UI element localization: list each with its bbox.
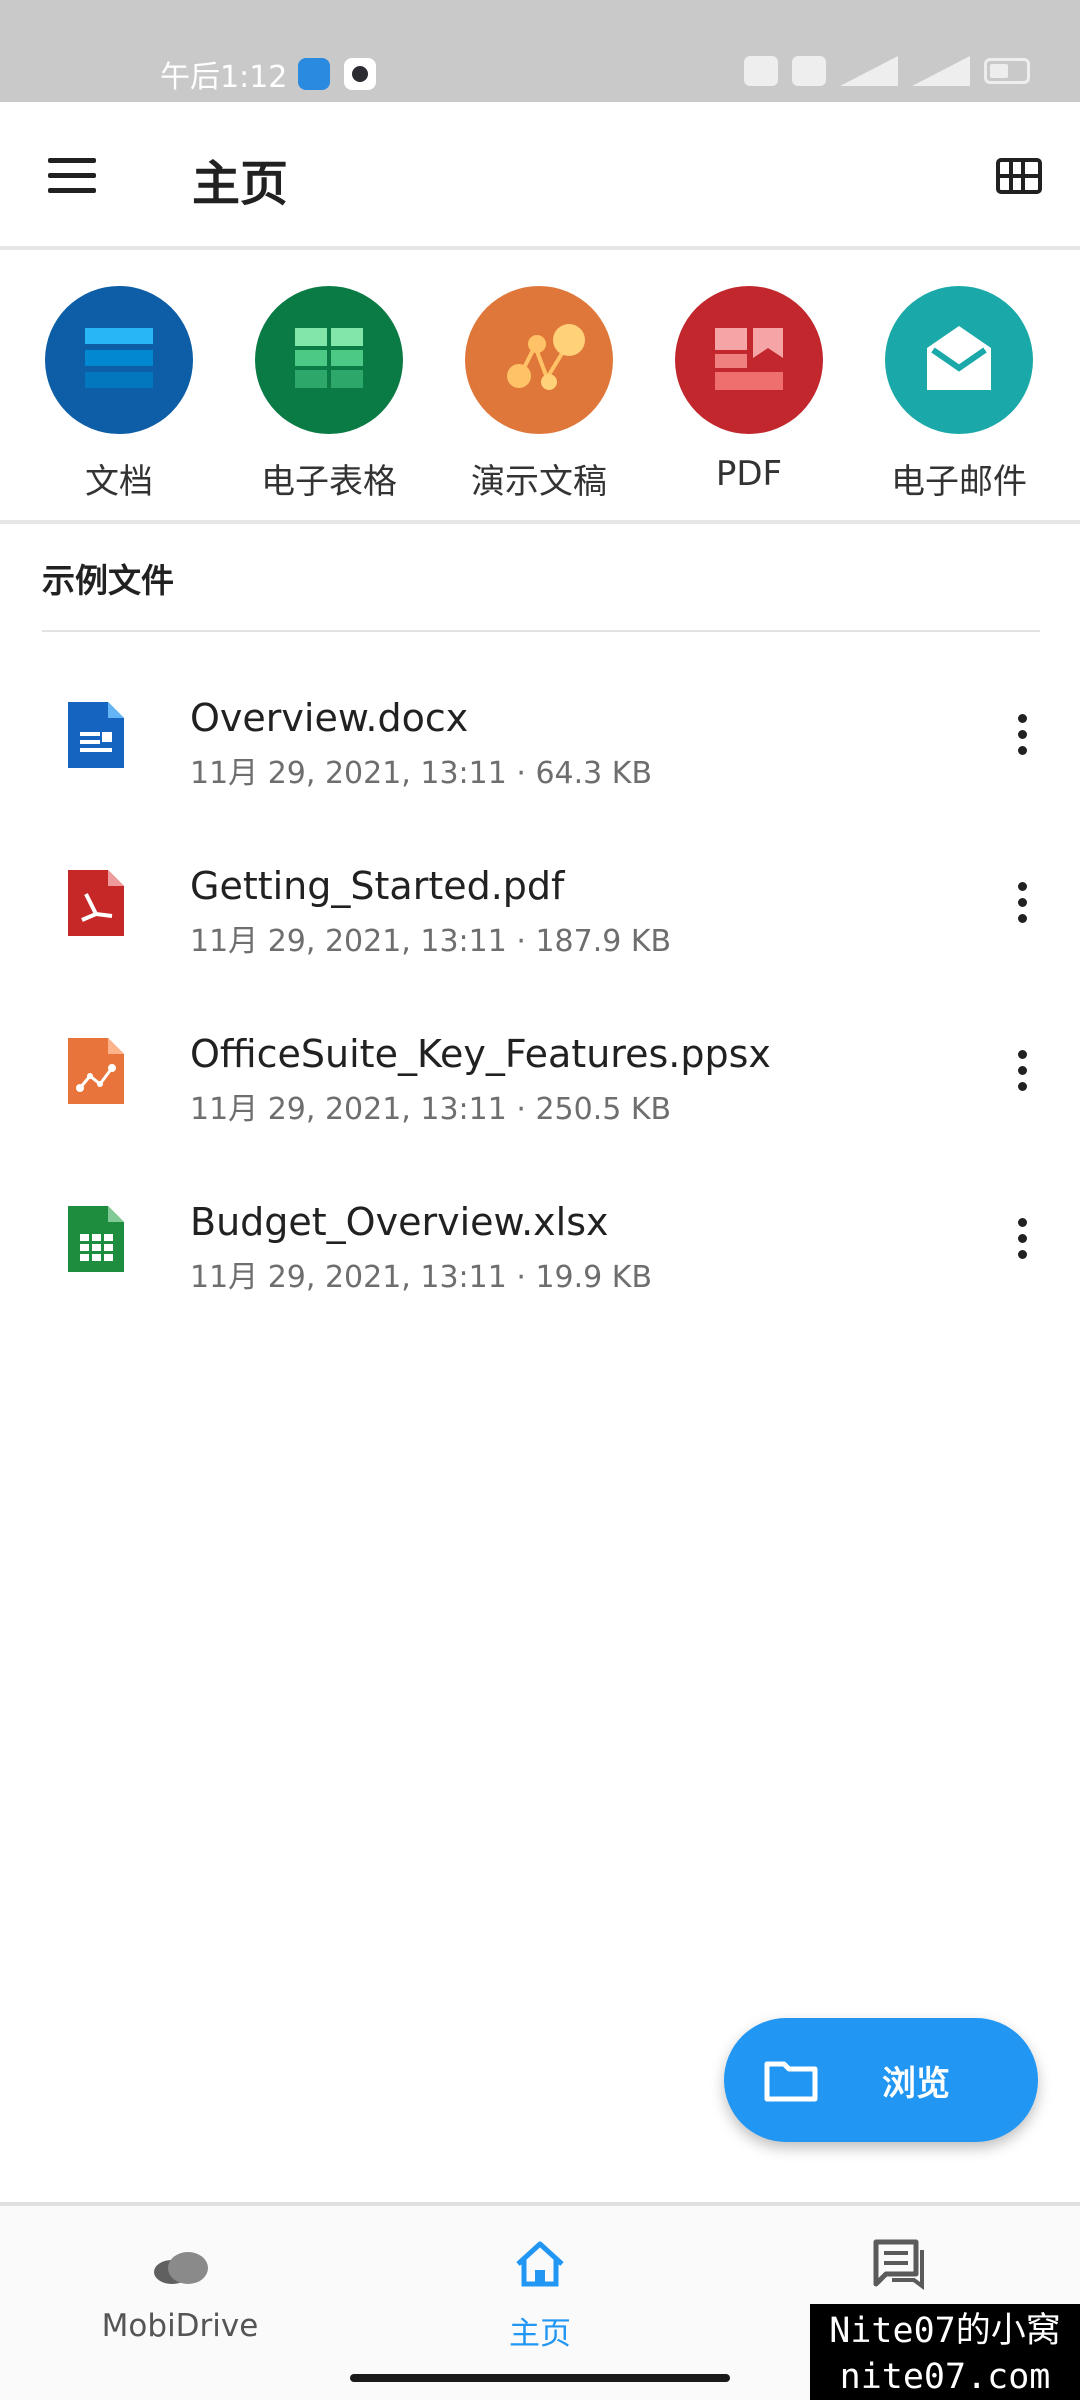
file-row[interactable]: Overview.docx 11月 29, 2021, 13:11 · 64.3… [0, 660, 1080, 828]
watermark-line: nite07.com [839, 2357, 1051, 2397]
pdf-icon [675, 286, 823, 434]
page-title: 主页 [192, 156, 289, 212]
category-documents[interactable]: 文档 [29, 286, 209, 503]
status-bar: 午后1:12 [0, 0, 1080, 102]
file-meta: 11月 29, 2021, 13:11 · 250.5 KB [190, 1092, 672, 1127]
signal-4g-icon [840, 56, 898, 86]
browse-button[interactable]: 浏览 [724, 2018, 1038, 2142]
nav-mobidrive[interactable]: MobiDrive [50, 2236, 310, 2344]
category-label: 电子邮件 [891, 462, 1027, 502]
vibrate-icon [744, 56, 778, 86]
status-icons [744, 56, 1030, 86]
category-label: 文档 [85, 462, 153, 502]
home-indicator[interactable] [350, 2374, 730, 2382]
file-name: Overview.docx [190, 696, 469, 740]
category-spreadsheets[interactable]: 电子表格 [239, 286, 419, 503]
watermark-line: Nite07的小窝 [829, 2311, 1061, 2351]
create-categories: 文档 电子表格 演示文稿 PDF 电子邮件 [0, 254, 1080, 524]
watermark: Nite07的小窝 nite07.com [810, 2304, 1080, 2400]
file-meta: 11月 29, 2021, 13:11 · 187.9 KB [190, 924, 672, 959]
ppsx-file-icon [68, 1038, 124, 1104]
category-label: 电子表格 [261, 462, 397, 502]
documents-icon [45, 286, 193, 434]
file-name: OfficeSuite_Key_Features.ppsx [190, 1032, 771, 1076]
nav-chat[interactable] [770, 2236, 1030, 2308]
status-time: 午后1:12 [160, 60, 288, 95]
folder-icon [764, 2061, 818, 2102]
presentations-icon [465, 286, 613, 434]
browse-label: 浏览 [882, 2064, 950, 2104]
chat-icon [873, 2239, 924, 2290]
battery-icon [984, 58, 1030, 84]
data-saver-icon [792, 56, 826, 86]
file-meta: 11月 29, 2021, 13:11 · 19.9 KB [190, 1260, 653, 1295]
file-name: Getting_Started.pdf [190, 864, 565, 908]
more-options-icon[interactable] [1010, 712, 1034, 762]
file-row[interactable]: Getting_Started.pdf 11月 29, 2021, 13:11 … [0, 828, 1080, 996]
file-row[interactable]: Budget_Overview.xlsx 11月 29, 2021, 13:11… [0, 1164, 1080, 1332]
file-name: Budget_Overview.xlsx [190, 1200, 609, 1244]
xlsx-file-icon [68, 1206, 124, 1272]
category-label: 演示文稿 [471, 462, 607, 502]
email-icon [885, 286, 1033, 434]
nav-label: MobiDrive [101, 2308, 259, 2344]
docx-file-icon [68, 702, 124, 768]
file-meta: 11月 29, 2021, 13:11 · 64.3 KB [190, 756, 653, 791]
divider [42, 630, 1040, 632]
more-options-icon[interactable] [1010, 1048, 1034, 1098]
nav-label: 主页 [509, 2316, 571, 2352]
category-pdf[interactable]: PDF [659, 286, 839, 494]
app-bar: 主页 [0, 102, 1080, 250]
category-label: PDF [715, 454, 783, 494]
more-options-icon[interactable] [1010, 880, 1034, 930]
pdf-file-icon [68, 870, 124, 936]
more-options-icon[interactable] [1010, 1216, 1034, 1266]
section-title: 示例文件 [42, 561, 174, 600]
category-email[interactable]: 电子邮件 [869, 286, 1049, 503]
nav-home[interactable]: 主页 [410, 2236, 670, 2353]
menu-icon[interactable] [48, 158, 98, 194]
grid-view-icon[interactable] [996, 158, 1042, 194]
category-presentations[interactable]: 演示文稿 [449, 286, 629, 503]
notification-cat-icon [344, 58, 376, 90]
signal-4g-2-icon [912, 56, 970, 86]
cloud-icon [154, 2252, 208, 2284]
file-row[interactable]: OfficeSuite_Key_Features.ppsx 11月 29, 20… [0, 996, 1080, 1164]
home-icon [516, 2241, 564, 2287]
spreadsheets-icon [255, 286, 403, 434]
notification-app-icon [298, 58, 330, 90]
